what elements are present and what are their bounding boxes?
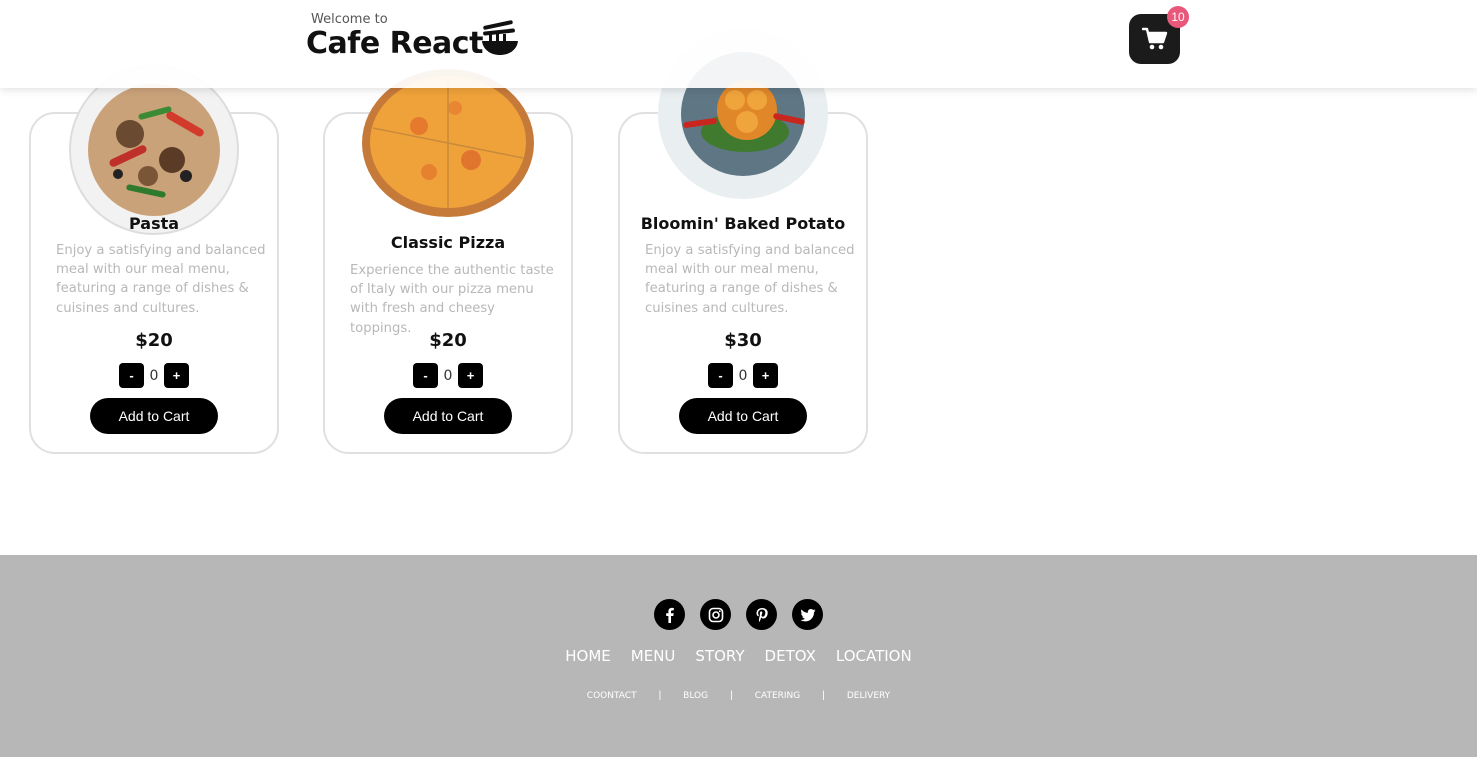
menu-card-pasta: Pasta Enjoy a satisfying and balanced me… xyxy=(29,65,279,454)
subnav-catering[interactable]: CATERING xyxy=(755,691,801,701)
quantity-value: 0 xyxy=(738,367,748,384)
cart-count-badge: 10 xyxy=(1167,6,1189,28)
pinterest-icon xyxy=(756,607,768,622)
pasta-dish-image xyxy=(69,65,239,235)
site-header: Welcome to Cafe React 10 xyxy=(0,0,1477,88)
subnav-separator: | xyxy=(822,690,825,701)
subnav-contact[interactable]: COONTACT xyxy=(587,691,637,701)
subnav-separator: | xyxy=(658,690,662,701)
pinterest-link[interactable] xyxy=(746,599,777,630)
decrement-button[interactable]: - xyxy=(119,363,144,388)
decrement-button[interactable]: - xyxy=(413,363,438,388)
facebook-link[interactable] xyxy=(654,599,685,630)
nav-location[interactable]: LOCATION xyxy=(836,647,912,665)
quantity-value: 0 xyxy=(443,367,453,384)
add-to-cart-button[interactable]: Add to Cart xyxy=(679,398,807,434)
brand-title[interactable]: Cafe React xyxy=(306,26,483,61)
card-title: Classic Pizza xyxy=(390,233,506,252)
card-description: Enjoy a satisfying and balanced meal wit… xyxy=(56,243,266,316)
subnav-delivery[interactable]: DELIVERY xyxy=(847,691,890,701)
subnav-blog[interactable]: BLOG xyxy=(683,691,708,701)
footer-subnav: COONTACT | BLOG | CATERING | DELIVERY xyxy=(0,690,1477,701)
card-price: $20 xyxy=(135,330,173,351)
nav-menu[interactable]: MENU xyxy=(631,647,676,665)
increment-button[interactable]: + xyxy=(753,363,778,388)
instagram-icon xyxy=(708,607,723,622)
instagram-link[interactable] xyxy=(700,599,731,630)
pizza-dish-image xyxy=(362,69,534,217)
nav-story[interactable]: STORY xyxy=(695,647,744,665)
quantity-stepper: - 0 + xyxy=(31,363,277,388)
nav-home[interactable]: HOME xyxy=(565,647,611,665)
page: Pasta Enjoy a satisfying and balanced me… xyxy=(0,0,1477,757)
menu-card-baked-potato: Bloomin' Baked Potato Enjoy a satisfying… xyxy=(618,29,868,454)
social-links xyxy=(0,599,1477,630)
subnav-separator: | xyxy=(730,690,733,701)
facebook-icon xyxy=(665,607,674,623)
footer-nav: HOME MENU STORY DETOX LOCATION xyxy=(0,647,1477,665)
twitter-icon xyxy=(800,608,815,621)
site-footer: HOME MENU STORY DETOX LOCATION COONTACT … xyxy=(0,555,1477,757)
card-title: Pasta xyxy=(128,214,180,233)
nav-detox[interactable]: DETOX xyxy=(765,647,816,665)
add-to-cart-button[interactable]: Add to Cart xyxy=(90,398,218,434)
quantity-value: 0 xyxy=(149,367,159,384)
card-description: Enjoy a satisfying and balanced meal wit… xyxy=(645,243,855,316)
shopping-cart-icon xyxy=(1141,27,1167,50)
increment-button[interactable]: + xyxy=(164,363,189,388)
menu-card-classic-pizza: Classic Pizza Experience the authentic t… xyxy=(323,69,573,454)
decrement-button[interactable]: - xyxy=(708,363,733,388)
card-price: $20 xyxy=(429,330,467,351)
card-description: Experience the authentic taste of Italy … xyxy=(350,263,554,336)
increment-button[interactable]: + xyxy=(458,363,483,388)
card-title: Bloomin' Baked Potato xyxy=(640,214,846,233)
quantity-stepper: - 0 + xyxy=(325,363,571,388)
twitter-link[interactable] xyxy=(792,599,823,630)
quantity-stepper: - 0 + xyxy=(620,363,866,388)
noodle-bowl-icon xyxy=(482,20,518,55)
add-to-cart-button[interactable]: Add to Cart xyxy=(384,398,512,434)
welcome-text: Welcome to xyxy=(311,12,388,27)
card-price: $30 xyxy=(724,330,762,351)
